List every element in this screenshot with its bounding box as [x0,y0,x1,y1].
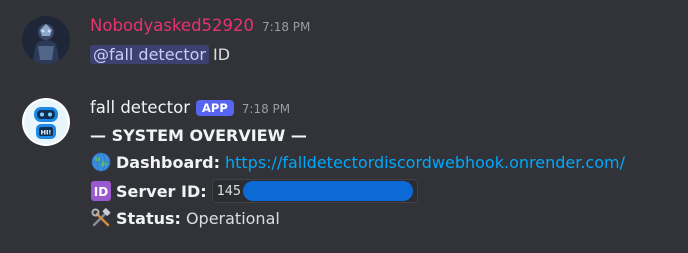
svg-text:ID: ID [94,185,108,199]
hammer-wrench-icon [90,207,112,229]
server-id-code[interactable]: 145 [211,179,419,203]
dashboard-line: Dashboard: https://falldetectordiscordwe… [90,151,625,173]
dashboard-label: Dashboard: [116,152,220,172]
bot-username[interactable]: fall detector [90,98,190,117]
message-content: @fall detector ID [90,43,230,65]
redaction-bar [243,181,414,201]
server-id-label: Server ID: [116,181,207,201]
app-badge: APP [196,100,234,116]
status-label: Status: [116,208,181,228]
status-line: Status: Operational [90,207,280,229]
server-id-value: 145 [216,183,242,199]
id-badge-icon: ID [90,180,112,202]
timestamp: 7:18 PM [262,20,311,34]
globe-icon [90,151,112,173]
user-avatar[interactable] [22,16,70,64]
username[interactable]: Nobodyasked52920 [90,16,254,35]
server-id-line: ID Server ID: 145 [90,179,419,203]
dashboard-link[interactable]: https://falldetectordiscordwebhook.onren… [225,153,625,172]
overview-title: — SYSTEM OVERVIEW — [90,125,307,145]
status-value: Operational [185,208,280,228]
bot-avatar-text: HI! [41,129,52,137]
bot-avatar[interactable]: HI! [22,98,70,146]
timestamp: 7:18 PM [241,102,291,116]
message-text: ID [212,44,231,64]
mention[interactable]: @fall detector [90,44,209,64]
overview-title-line: — SYSTEM OVERVIEW — [90,124,307,146]
